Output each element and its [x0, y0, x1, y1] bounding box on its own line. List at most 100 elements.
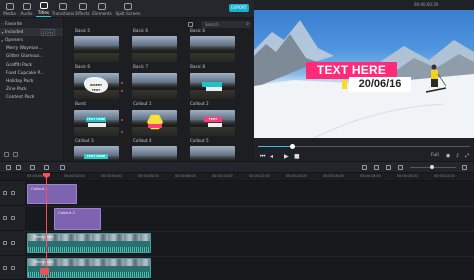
title-thumb[interactable] — [74, 36, 119, 62]
track-divider — [25, 231, 474, 232]
render-icon[interactable] — [362, 165, 367, 170]
tab-effects[interactable]: Effects — [75, 0, 90, 17]
zoom-handle[interactable] — [430, 165, 434, 169]
title-thumb-burst[interactable]: INSERT TEXT — [74, 73, 119, 99]
ruler-tick: 00:00:18:00 — [360, 174, 381, 178]
step-back-icon[interactable]: ◂ — [270, 153, 273, 160]
title-thumb-callout[interactable] — [190, 73, 235, 99]
sidebar-item-label: Glitter Glamour... — [6, 54, 44, 60]
effects-icon — [78, 3, 87, 10]
folder-icon[interactable] — [13, 152, 18, 157]
sidebar-item-pack[interactable]: Food Cupcake P... — [0, 69, 63, 77]
scrubber-handle[interactable] — [290, 144, 295, 149]
new-folder-icon[interactable] — [4, 152, 9, 157]
tab-transitions[interactable]: Transitions — [51, 0, 75, 17]
sidebar-item-label: Favorite — [5, 21, 23, 27]
download-indicator — [121, 119, 123, 121]
cut-icon[interactable] — [44, 165, 49, 170]
title-clip[interactable]: Callout 1 — [27, 184, 77, 204]
sidebar-item-pack[interactable]: Graffiti Pack — [0, 61, 63, 69]
playhead-line[interactable] — [46, 173, 47, 280]
redo-icon[interactable] — [16, 165, 21, 170]
title-thumb-callout[interactable]: TEXT HERE — [74, 146, 119, 161]
eye-icon[interactable] — [3, 216, 7, 220]
clip-label: Skiing.mp4 — [34, 260, 54, 264]
sidebar-item-label: Holiday Pack — [6, 78, 34, 84]
title-clip[interactable]: Callout 2 — [54, 208, 101, 230]
lock-icon[interactable] — [11, 241, 15, 245]
thumb-label: Callout 5 — [190, 138, 209, 143]
titles-icon — [39, 2, 48, 9]
sidebar-item-pack[interactable]: Merry Wayman... — [0, 45, 63, 53]
audio-icon — [22, 3, 31, 10]
title-thumb[interactable] — [190, 146, 235, 161]
zoom-out-icon[interactable] — [398, 165, 403, 170]
sidebar-item-favorite[interactable]: ♡ Favorite — [0, 20, 63, 28]
sidebar-item-included[interactable]: ▾ Included (229) — [0, 28, 63, 37]
ruler-tick: 00:00:02:00 — [64, 174, 85, 178]
callout-bar — [208, 123, 222, 127]
tab-label: Split Screen — [115, 11, 141, 16]
voiceover-icon[interactable] — [386, 165, 391, 170]
volume-icon[interactable]: ♪ — [456, 153, 459, 159]
zoom-in-icon[interactable] — [462, 165, 467, 170]
title-thumb[interactable] — [132, 146, 177, 161]
sidebar-item-pack[interactable]: Glitter Glamour... — [0, 53, 63, 61]
ruler-tick: 00:00:16:00 — [323, 174, 344, 178]
play-icon[interactable]: ▶ — [284, 153, 289, 160]
callout-box — [148, 124, 162, 128]
lock-icon[interactable] — [11, 191, 15, 195]
callout-bar — [88, 123, 106, 127]
tab-media[interactable]: Media — [2, 0, 17, 17]
lock-icon[interactable] — [11, 216, 15, 220]
sidebar-item-label: Food Cupcake P... — [6, 70, 44, 76]
thumb-label: Burst — [75, 101, 87, 106]
sidebar-item-pack[interactable]: Zine Pack — [0, 86, 63, 94]
timeline-ruler[interactable]: 00:00:00:00 00:00:02:00 00:00:04:00 00:0… — [0, 173, 474, 181]
stop-icon[interactable]: ■ — [294, 153, 300, 160]
title-thumb[interactable] — [190, 36, 235, 62]
eye-icon[interactable] — [3, 241, 7, 245]
sidebar-item-label: Merry Wayman... — [6, 46, 43, 52]
lock-icon[interactable] — [11, 265, 15, 270]
date-text-box[interactable]: 20/06/16 — [349, 77, 411, 92]
prev-frame-icon[interactable]: ⏮ — [260, 153, 265, 161]
video-preview[interactable]: TEXT HERE 20/06/16 — [254, 10, 474, 138]
sidebar-item-openers[interactable]: ▸ Openers — [0, 36, 63, 44]
title-thumb-callout[interactable]: TEXT HERE — [74, 110, 119, 136]
sidebar-item-pack[interactable]: Content Pack — [0, 94, 63, 102]
eye-icon[interactable] — [3, 265, 7, 270]
tab-elements[interactable]: Elements — [92, 0, 112, 17]
sidebar-item-label: Graffiti Pack — [6, 62, 33, 68]
search-icon: ⌕ — [246, 21, 249, 27]
title-thumb-callout[interactable]: TEXT HERE — [190, 110, 235, 136]
speed-icon[interactable] — [60, 165, 65, 170]
callout-bar — [206, 87, 222, 91]
quality-select[interactable]: Full — [431, 153, 439, 158]
marker-icon[interactable] — [374, 165, 379, 170]
sidebar-item-pack[interactable]: Holiday Pack — [0, 77, 63, 85]
tab-titles[interactable]: Titles — [36, 0, 51, 17]
media-icon — [5, 3, 14, 10]
thumb-label: Callout 2 — [190, 101, 209, 106]
filter-icon[interactable] — [188, 22, 193, 27]
search-input[interactable]: Search ⌕ — [201, 21, 251, 28]
undo-icon[interactable] — [6, 165, 11, 170]
delete-icon[interactable] — [30, 165, 35, 170]
title-thumb[interactable] — [132, 73, 177, 99]
selected-marker[interactable] — [40, 268, 49, 275]
export-button[interactable]: EXPORT — [229, 4, 249, 12]
callout-text: TEXT HERE — [86, 154, 106, 158]
title-thumb-callout[interactable] — [132, 110, 177, 136]
ruler-tick: 00:00:12:00 — [249, 174, 270, 178]
callout-text: TEXT HERE — [86, 117, 106, 121]
tab-label: Transitions — [51, 11, 75, 16]
title-thumb[interactable] — [132, 36, 177, 62]
camera-icon[interactable]: ◉ — [446, 153, 450, 159]
fullscreen-icon[interactable]: ⤢ — [465, 153, 469, 159]
tab-audio[interactable]: Audio — [19, 0, 34, 17]
item-count: (229) — [40, 28, 55, 36]
eye-icon[interactable] — [3, 191, 7, 195]
tab-split-screen[interactable]: Split Screen — [114, 0, 142, 17]
burst-text: INSERT TEXT — [89, 83, 103, 92]
